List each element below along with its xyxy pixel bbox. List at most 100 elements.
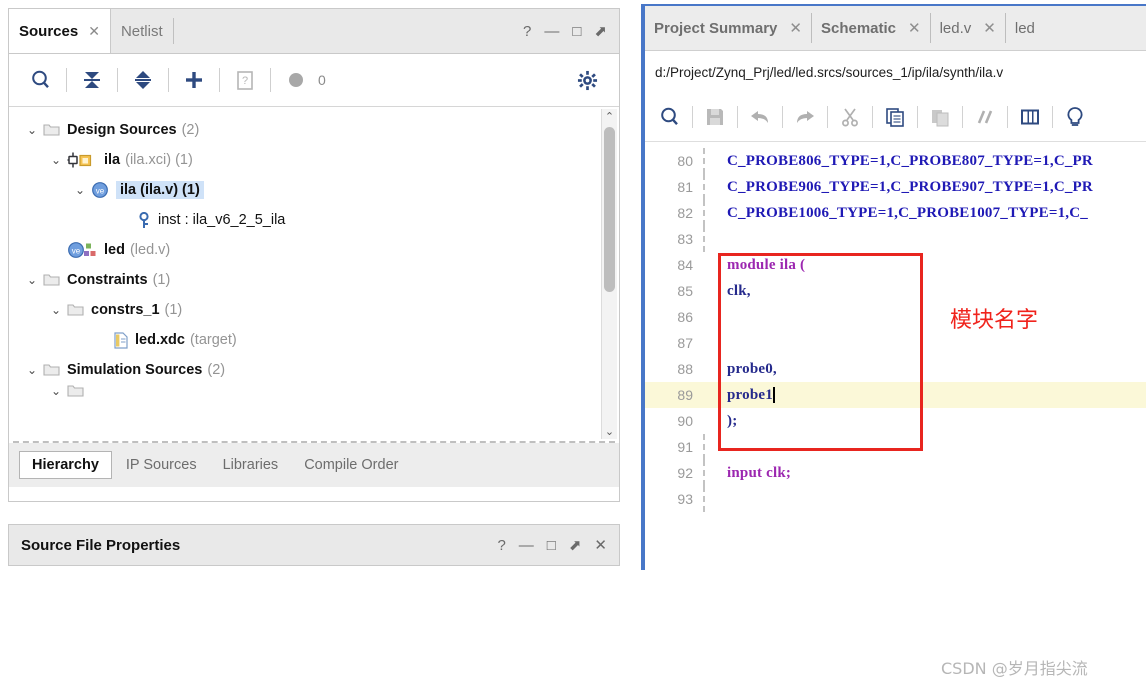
close-icon[interactable]: ✕ [983, 19, 996, 37]
code-line[interactable]: 91 [645, 434, 1146, 460]
float-icon[interactable]: ⬈ [594, 24, 607, 39]
code-line[interactable]: 88 probe0, [645, 356, 1146, 382]
code-line-active[interactable]: 89 probe1 [645, 382, 1146, 408]
chevron-down-icon[interactable]: ⌄ [51, 385, 67, 397]
float-icon[interactable]: ⬈ [569, 538, 582, 553]
tree-label: inst : ila_v6_2_5_ila [158, 212, 286, 228]
line-number: 91 [677, 439, 693, 455]
code-text: clk, [727, 282, 751, 299]
close-icon[interactable]: ✕ [88, 23, 100, 40]
tree-label: Simulation Sources [67, 362, 203, 378]
tab-libraries[interactable]: Libraries [211, 452, 291, 478]
tree-item-led-v[interactable]: ⌄ ve led (led.v) [9, 235, 619, 265]
code-line[interactable]: 84 module ila ( [645, 252, 1146, 278]
close-icon[interactable]: ✕ [908, 19, 921, 37]
code-line[interactable]: 83 [645, 226, 1146, 252]
add-sources-icon[interactable] [174, 60, 214, 100]
tree-item-inst[interactable]: ⌄ inst : ila_v6_2_5_ila [9, 205, 619, 235]
tree-item-simulation-sources[interactable]: ⌄ Simulation Sources (2) [9, 355, 619, 385]
tree-item-ila-xci[interactable]: ⌄ ila (ila.xci) (1) [9, 145, 619, 175]
chevron-down-icon[interactable]: ⌄ [75, 183, 91, 197]
save-icon[interactable] [696, 98, 734, 136]
code-line[interactable]: 93 [645, 486, 1146, 512]
close-icon[interactable]: ✕ [789, 19, 802, 37]
chevron-down-icon[interactable]: ⌄ [51, 303, 67, 317]
settings-gear-icon[interactable] [567, 60, 607, 100]
sources-tree[interactable]: ⌄ Design Sources (2) ⌄ ila (ila.xci) (1)… [9, 107, 619, 441]
code-line[interactable]: 92 input clk; [645, 460, 1146, 486]
indent-guide [703, 486, 707, 512]
paste-icon[interactable] [921, 98, 959, 136]
folder-icon [43, 273, 60, 287]
tree-item-led-xdc[interactable]: ⌄ led.xdc (target) [9, 325, 619, 355]
help-file-icon[interactable]: ? [225, 60, 265, 100]
tab-led-v[interactable]: led.v ✕ [931, 6, 1005, 50]
scrollbar-thumb[interactable] [604, 127, 615, 292]
chevron-down-icon[interactable]: ⌄ [51, 153, 67, 167]
table-icon[interactable] [1011, 98, 1049, 136]
close-icon[interactable]: ✕ [594, 538, 607, 553]
tab-led-v-label: led.v [939, 19, 972, 37]
code-line[interactable]: 87 [645, 330, 1146, 356]
maximize-icon[interactable]: □ [572, 24, 581, 39]
code-line[interactable]: 81 C_PROBE906_TYPE=1,C_PROBE907_TYPE=1,C… [645, 174, 1146, 200]
cut-icon[interactable] [831, 98, 869, 136]
chevron-down-icon[interactable]: ⌄ [27, 363, 43, 377]
maximize-icon[interactable]: □ [547, 538, 556, 553]
expand-all-icon[interactable] [123, 60, 163, 100]
folder-icon [43, 123, 60, 137]
tab-sources[interactable]: Sources ✕ [9, 9, 111, 53]
code-line[interactable]: 86 [645, 304, 1146, 330]
tab-schematic[interactable]: Schematic ✕ [812, 6, 930, 50]
tab-led-partial[interactable]: led [1006, 6, 1044, 50]
code-editor-area[interactable]: 80 C_PROBE806_TYPE=1,C_PROBE807_TYPE=1,C… [645, 142, 1146, 678]
chevron-down-icon[interactable]: ⌄ [27, 123, 43, 137]
code-text: module ila ( [727, 256, 806, 273]
tab-ip-sources[interactable]: IP Sources [114, 452, 209, 478]
tabstrip-filler [173, 9, 512, 53]
scroll-down-icon[interactable]: ⌄ [602, 424, 617, 439]
code-line[interactable]: 85 clk, [645, 278, 1146, 304]
sources-bottom-tabs: Hierarchy IP Sources Libraries Compile O… [9, 443, 619, 487]
tree-count: (ila.xci) (1) [125, 152, 193, 168]
line-number: 89 [677, 387, 693, 403]
collapse-all-icon[interactable] [72, 60, 112, 100]
sources-tabstrip: Sources ✕ Netlist ? — □ ⬈ [9, 9, 619, 54]
redo-icon[interactable] [786, 98, 824, 136]
undo-icon[interactable] [741, 98, 779, 136]
find-icon[interactable] [651, 98, 689, 136]
search-icon[interactable] [21, 60, 61, 100]
tab-netlist[interactable]: Netlist [111, 9, 173, 53]
status-dot-icon[interactable] [276, 60, 316, 100]
toolbar-divider [270, 68, 271, 92]
tree-count: (1) [152, 272, 171, 288]
tree-vertical-scrollbar[interactable]: ⌃ ⌄ [601, 109, 617, 439]
copy-icon[interactable] [876, 98, 914, 136]
toolbar-divider [219, 68, 220, 92]
tree-item-ila-v[interactable]: ⌄ ve ila (ila.v) (1) [9, 175, 619, 205]
bulb-icon[interactable] [1056, 98, 1094, 136]
minimize-icon[interactable]: — [544, 24, 559, 39]
code-line[interactable]: 80 C_PROBE806_TYPE=1,C_PROBE807_TYPE=1,C… [645, 148, 1146, 174]
toolbar-divider [117, 68, 118, 92]
scroll-up-icon[interactable]: ⌃ [602, 109, 617, 124]
tree-item-design-sources[interactable]: ⌄ Design Sources (2) [9, 115, 619, 145]
svg-text:?: ? [242, 75, 248, 87]
code-line[interactable]: 82 C_PROBE1006_TYPE=1,C_PROBE1007_TYPE=1… [645, 200, 1146, 226]
code-line[interactable]: 90 ); [645, 408, 1146, 434]
comment-icon[interactable] [966, 98, 1004, 136]
toolbar-divider [962, 106, 963, 128]
tree-item-constrs-1[interactable]: ⌄ constrs_1 (1) [9, 295, 619, 325]
chevron-down-icon[interactable]: ⌄ [27, 273, 43, 287]
tab-compile-order[interactable]: Compile Order [292, 452, 410, 478]
code-text: ); [727, 412, 738, 429]
tab-schematic-label: Schematic [820, 19, 897, 37]
tree-count: (2) [207, 362, 226, 378]
tab-project-summary[interactable]: Project Summary ✕ [645, 6, 811, 50]
help-icon[interactable]: ? [497, 538, 505, 553]
help-icon[interactable]: ? [523, 24, 531, 39]
tab-hierarchy[interactable]: Hierarchy [19, 451, 112, 479]
minimize-icon[interactable]: — [519, 538, 534, 553]
tree-item-clipped[interactable]: ⌄ [9, 385, 619, 397]
tree-item-constraints[interactable]: ⌄ Constraints (1) [9, 265, 619, 295]
